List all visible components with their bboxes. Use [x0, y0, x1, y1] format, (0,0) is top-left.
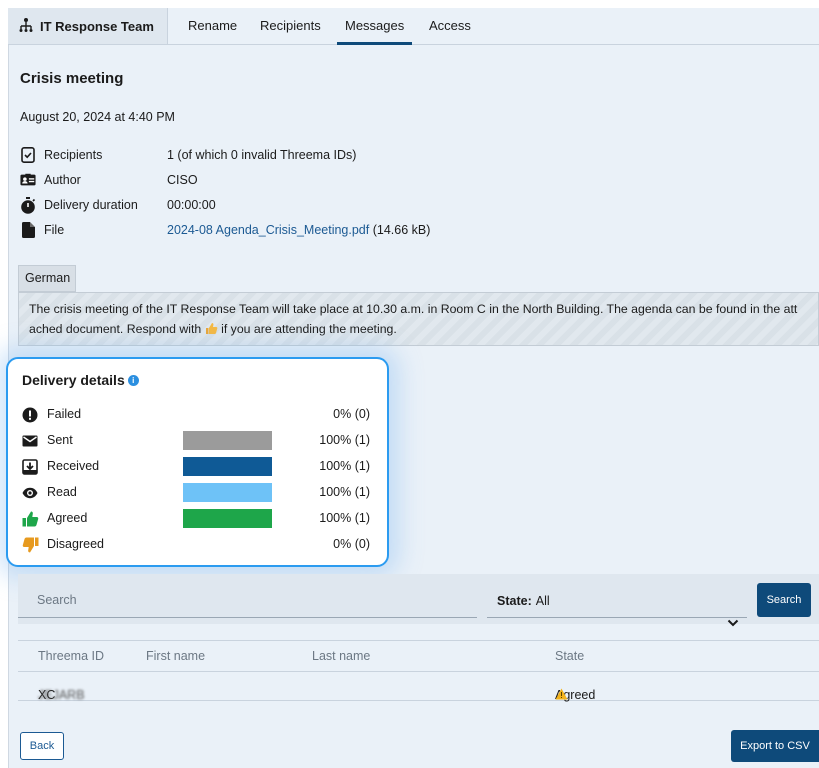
delivery-label: Read — [47, 485, 77, 499]
delivery-label: Disagreed — [47, 537, 104, 551]
meta-label: Author — [44, 173, 81, 187]
meta-author: Author CISO — [20, 170, 198, 190]
meta-value: CISO — [167, 173, 198, 187]
info-icon[interactable]: i — [127, 374, 139, 386]
search-input[interactable]: Search — [18, 574, 477, 618]
delivery-label: Sent — [47, 433, 73, 447]
delivery-bar — [183, 535, 272, 554]
id-card-icon — [20, 172, 36, 188]
eye-icon — [22, 485, 38, 501]
exclamation-icon — [22, 407, 38, 423]
delivery-bar — [183, 405, 272, 424]
thumbs-down-icon — [22, 537, 39, 553]
meta-delivery-duration: Delivery duration 00:00:00 — [20, 195, 216, 215]
delivery-details-title: Delivery details i — [22, 372, 139, 388]
message-title: Crisis meeting — [20, 70, 124, 87]
message-text-line2-end: if you are attending the meeting. — [217, 322, 397, 336]
thumbs-up-emoji-icon — [205, 321, 218, 341]
delivery-row-disagreed: Disagreed 0% (0) — [22, 535, 382, 555]
warning-icon — [555, 688, 568, 703]
delivery-percent: 100% (1) — [319, 485, 370, 499]
column-header-last-name[interactable]: Last name — [312, 649, 370, 663]
delivery-bar — [183, 509, 272, 528]
column-header-threema-id[interactable]: Threema ID — [38, 649, 104, 663]
envelope-icon — [22, 433, 38, 449]
meta-value: 00:00:00 — [167, 198, 216, 212]
tab-team[interactable]: IT Response Team — [8, 8, 168, 44]
file-icon — [20, 222, 36, 238]
language-tab[interactable]: German — [18, 265, 76, 292]
message-text-line2-start: ached document. Respond with — [29, 322, 205, 336]
delivery-details-card: Delivery details i Failed 0% (0) Sent 10… — [6, 357, 389, 567]
delivery-row-received: Received 100% (1) — [22, 457, 382, 477]
meta-value: 1 (of which 0 invalid Threema IDs) — [167, 148, 357, 162]
tab-rename[interactable]: Rename — [188, 8, 237, 44]
filter-bar: Search State: All Search — [18, 574, 819, 627]
delivery-percent: 100% (1) — [319, 511, 370, 525]
thumbs-up-icon — [22, 511, 39, 527]
delivery-label: Received — [47, 459, 100, 473]
delivery-row-failed: Failed 0% (0) — [22, 405, 382, 425]
threema-id-redacted: JEJARB — [38, 688, 85, 702]
meta-label: File — [44, 223, 65, 237]
delivery-row-agreed: Agreed 100% (1) — [22, 509, 382, 529]
tab-access[interactable]: Access — [429, 8, 471, 44]
meta-value: 2024-08 Agenda_Crisis_Meeting.pdf (14.66… — [167, 223, 430, 237]
message-text-line1: The crisis meeting of the IT Response Te… — [29, 302, 798, 316]
delivery-bar — [183, 457, 272, 476]
file-size: (14.66 kB) — [369, 223, 431, 237]
column-header-first-name[interactable]: First name — [146, 649, 205, 663]
back-button[interactable]: Back — [20, 732, 64, 760]
delivery-details-heading: Delivery details — [22, 372, 125, 388]
meta-label: Recipients — [44, 148, 103, 162]
state-value: All — [535, 594, 550, 608]
export-csv-button[interactable]: Export to CSV — [731, 730, 819, 762]
delivery-bar — [183, 431, 272, 450]
phone-check-icon — [20, 147, 36, 163]
state-select[interactable]: State: All — [487, 574, 747, 627]
meta-label: Delivery duration — [44, 198, 138, 212]
delivery-row-sent: Sent 100% (1) — [22, 431, 382, 451]
state-label: State: — [497, 594, 532, 608]
org-chart-icon — [18, 17, 34, 36]
tab-messages[interactable]: Messages — [336, 8, 413, 45]
delivery-label: Agreed — [47, 511, 88, 525]
file-link[interactable]: 2024-08 Agenda_Crisis_Meeting.pdf — [167, 223, 369, 237]
delivery-bar — [183, 483, 272, 502]
table-header: Threema ID First name Last name State — [18, 641, 819, 672]
delivery-percent: 0% (0) — [333, 537, 370, 551]
tab-recipients[interactable]: Recipients — [260, 8, 321, 44]
tab-team-label: IT Response Team — [40, 18, 154, 34]
inbox-download-icon — [22, 459, 38, 475]
delivery-percent: 100% (1) — [319, 459, 370, 473]
meta-recipients: Recipients 1 (of which 0 invalid Threema… — [20, 145, 356, 165]
delivery-percent: 0% (0) — [333, 407, 370, 421]
search-button[interactable]: Search — [757, 583, 811, 617]
meta-file: File 2024-08 Agenda_Crisis_Meeting.pdf (… — [20, 220, 430, 240]
delivery-row-read: Read 100% (1) — [22, 483, 382, 503]
column-header-state[interactable]: State — [555, 649, 584, 663]
delivery-label: Failed — [47, 407, 82, 421]
message-body: The crisis meeting of the IT Response Te… — [18, 292, 819, 346]
tab-bar: IT Response Team Rename Recipients Messa… — [8, 8, 819, 45]
stopwatch-icon — [20, 196, 36, 214]
message-date: August 20, 2024 at 4:40 PM — [20, 110, 175, 124]
delivery-percent: 100% (1) — [319, 433, 370, 447]
table-row[interactable]: XC JEJARB Agreed — [18, 672, 819, 703]
recipients-table: Threema ID First name Last name State XC… — [18, 640, 819, 703]
